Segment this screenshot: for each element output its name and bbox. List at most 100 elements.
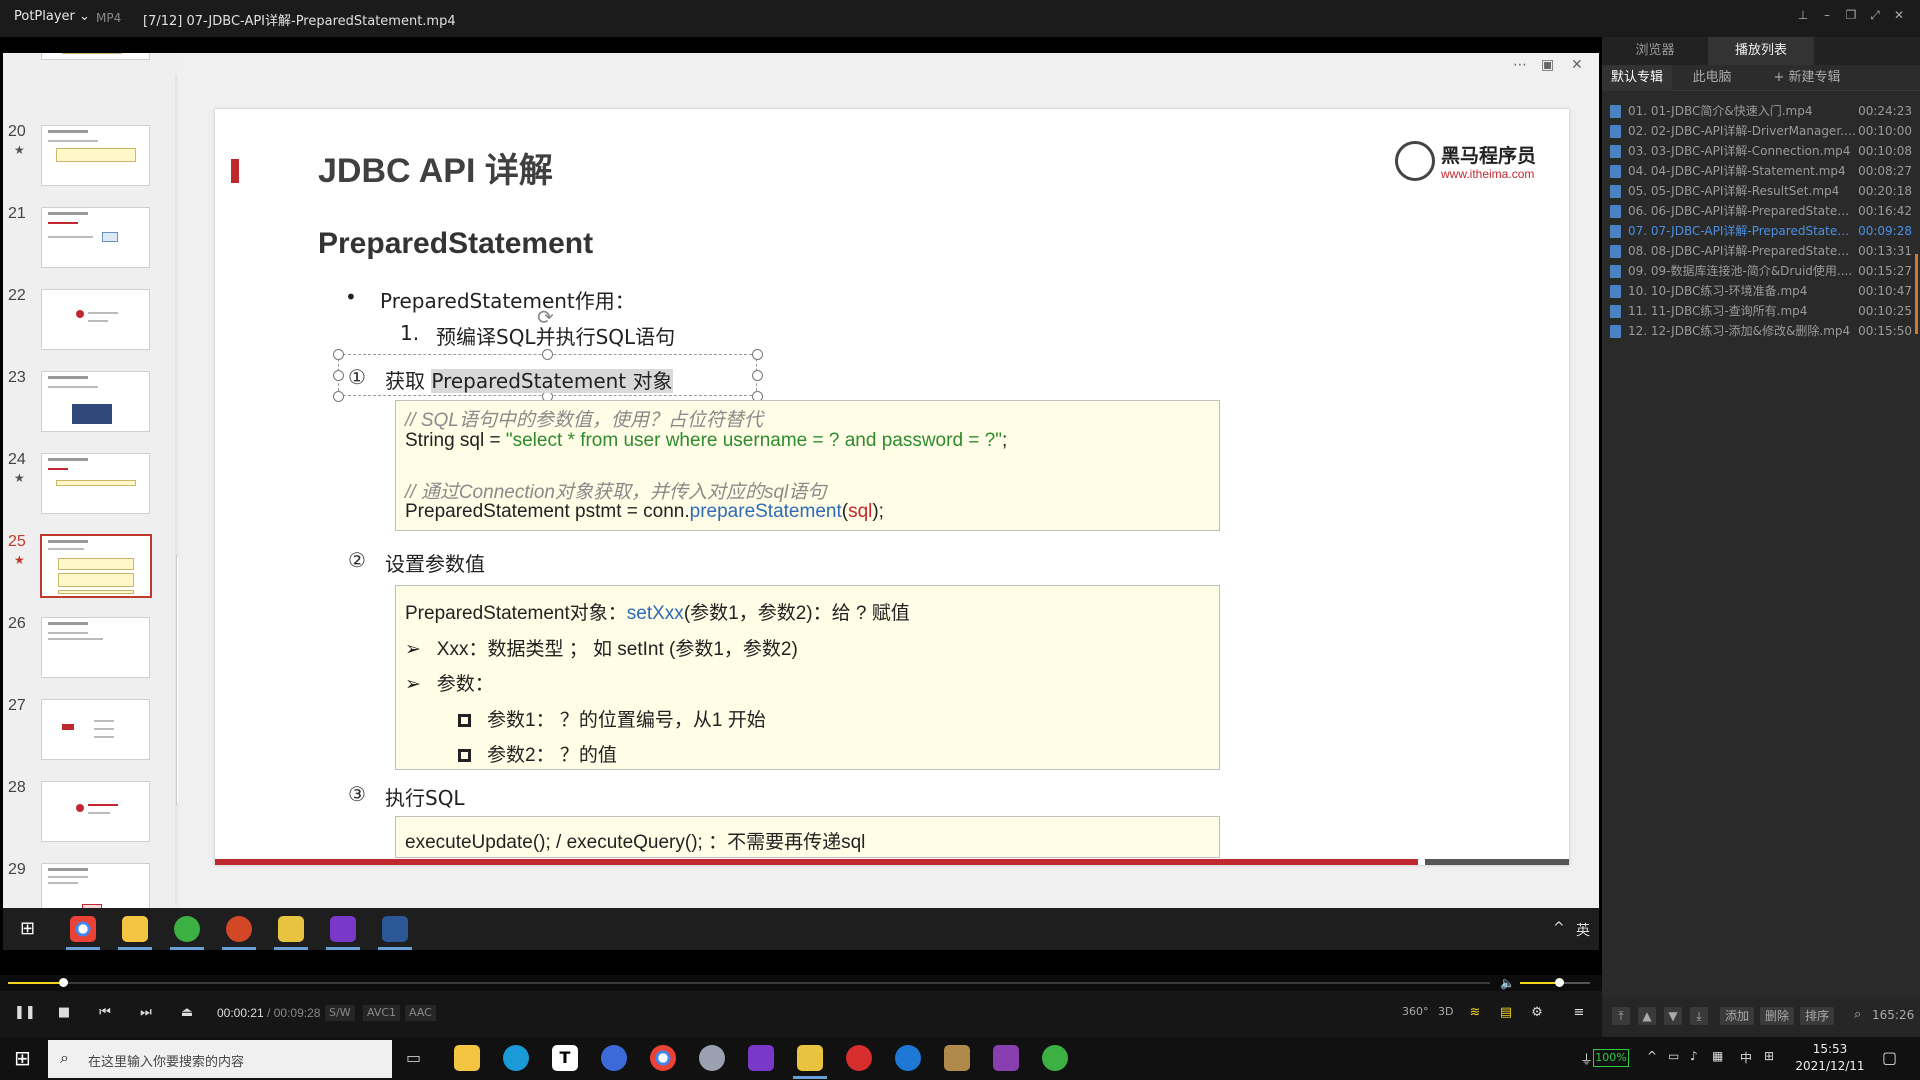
playlist-item[interactable]: 05. 05-JDBC-API详解-ResultSet.mp4 00:20:18 <box>1610 181 1912 201</box>
intellij-icon[interactable] <box>748 1045 774 1071</box>
playlist-item[interactable]: 02. 02-JDBC-API详解-DriverManager.mp4 00:10… <box>1610 121 1912 141</box>
app-icon[interactable] <box>699 1045 725 1071</box>
playlist-item[interactable]: 11. 11-JDBC练习-查询所有.mp4 00:10:25 <box>1610 301 1912 321</box>
potplayer-icon[interactable] <box>797 1045 823 1071</box>
thumbnail-row[interactable]: 27 <box>3 695 178 777</box>
thumbnail-row[interactable]: 29 <box>3 859 178 908</box>
minimize-icon[interactable]: – <box>1818 8 1836 26</box>
chrome-icon[interactable] <box>650 1045 676 1071</box>
thumbnail-row[interactable]: 20 ★ <box>3 121 178 203</box>
tab-this-pc[interactable]: 此电脑 <box>1672 65 1752 91</box>
menu-icon[interactable]: ≡ <box>1570 1005 1588 1023</box>
3d-button[interactable]: 3D <box>1438 1005 1453 1018</box>
restore-icon[interactable]: ❐ <box>1842 8 1860 26</box>
netease-music-icon[interactable] <box>846 1045 872 1071</box>
video-area[interactable]: 20 ★ 21 22 23 24 ★ 25 ★ 26 27 28 29 ⋯ ▣ … <box>0 37 1787 1037</box>
next-icon[interactable]: ⏭ <box>137 1005 155 1023</box>
playlist-item[interactable]: 01. 01-JDBC简介&快速入门.mp4 00:24:23 <box>1610 101 1912 121</box>
lark-icon[interactable] <box>601 1045 627 1071</box>
search-icon[interactable]: ⌕ <box>1854 1007 1861 1022</box>
typora-icon[interactable]: T <box>552 1045 578 1071</box>
resize-handle[interactable] <box>752 349 763 360</box>
move-top-icon[interactable]: ⤒ <box>1612 1007 1630 1025</box>
rotate-handle-icon[interactable]: ⟳ <box>537 305 554 329</box>
resize-handle[interactable] <box>333 391 344 402</box>
sort-button[interactable]: 排序 <box>1800 1007 1834 1025</box>
close-pane-icon[interactable]: ✕ <box>1571 57 1583 73</box>
seek-track[interactable] <box>8 978 1490 987</box>
thumbnail-row[interactable]: 23 <box>3 367 178 449</box>
taskbar-search-box[interactable]: ⌕ 在这里输入你要搜索的内容 <box>48 1040 392 1078</box>
volume-slider[interactable] <box>1520 978 1590 987</box>
file-explorer-icon[interactable] <box>454 1045 480 1071</box>
app-brown-icon[interactable] <box>944 1045 970 1071</box>
resize-handle[interactable] <box>752 370 763 381</box>
playlist-item[interactable]: 08. 08-JDBC-API详解-PreparedStatement-... 0… <box>1610 241 1912 261</box>
notification-icon[interactable]: ▢ <box>1882 1048 1897 1067</box>
pause-icon[interactable]: ❚❚ <box>14 1005 36 1023</box>
settings-gear-icon[interactable]: ⚙ <box>1528 1005 1546 1023</box>
stop-icon[interactable]: ■ <box>55 1005 73 1023</box>
resize-handle[interactable] <box>542 349 553 360</box>
move-down-icon[interactable]: ▼ <box>1664 1007 1682 1025</box>
resize-handle[interactable] <box>333 349 344 360</box>
thumbnail-row[interactable]: 28 <box>3 777 178 859</box>
tab-playlist[interactable]: 播放列表 <box>1708 37 1814 65</box>
layout-icon[interactable]: ▣ <box>1541 57 1554 73</box>
battery-indicator[interactable]: 100% <box>1593 1049 1629 1067</box>
thumbnail-row[interactable]: 24 ★ <box>3 449 178 531</box>
subtitle-icon[interactable]: ▤ <box>1497 1005 1515 1023</box>
ime-indicator[interactable]: 中 <box>1740 1049 1752 1066</box>
scrollbar-thumb[interactable] <box>176 555 178 805</box>
move-up-icon[interactable]: ▲ <box>1638 1007 1656 1025</box>
system-clock[interactable]: 15:53 2021/12/11 <box>1790 1041 1870 1075</box>
eject-icon[interactable]: ⏏ <box>178 1005 196 1023</box>
playlist-item-current[interactable]: 07. 07-JDBC-API详解-PreparedStatement.... 0… <box>1610 221 1912 241</box>
playlist-item[interactable]: 03. 03-JDBC-API详解-Connection.mp4 00:10:08 <box>1610 141 1912 161</box>
playlist-item[interactable]: 04. 04-JDBC-API详解-Statement.mp4 00:08:27 <box>1610 161 1912 181</box>
decoder-tag[interactable]: S/W <box>325 1005 355 1021</box>
fullscreen-icon[interactable]: ⤢ <box>1866 8 1884 26</box>
thumbnail-row-current[interactable]: 25 ★ <box>3 531 178 613</box>
thumbnail-partial[interactable] <box>3 53 178 77</box>
app-green-icon[interactable] <box>1042 1045 1068 1071</box>
task-view-icon[interactable]: ▭ <box>406 1048 421 1067</box>
close-icon[interactable]: ✕ <box>1890 8 1908 26</box>
network-icon[interactable]: ▦ <box>1712 1049 1723 1063</box>
thumbnail-scrollbar[interactable] <box>175 75 178 905</box>
more-options-icon[interactable]: ⋯ <box>1513 57 1527 73</box>
volume-icon[interactable]: 🔈 <box>1500 976 1515 990</box>
add-button[interactable]: 添加 <box>1720 1007 1754 1025</box>
thumbnail-row[interactable]: 22 <box>3 285 178 367</box>
app-menu-button[interactable]: PotPlayer ⌄ <box>14 9 90 24</box>
playlist-item[interactable]: 10. 10-JDBC练习-环境准备.mp4 00:10:47 <box>1610 281 1912 301</box>
speaker-icon[interactable]: ♪ <box>1690 1049 1698 1063</box>
vr-360-button[interactable]: 360° <box>1402 1005 1429 1018</box>
playlist-item[interactable]: 09. 09-数据库连接池-简介&Druid使用.... 00:15:27 <box>1610 261 1912 281</box>
battery-icon[interactable]: ▭ <box>1668 1049 1679 1063</box>
equalizer-icon[interactable]: ≋ <box>1466 1005 1484 1023</box>
seek-handle[interactable] <box>58 978 68 987</box>
playlist-item[interactable]: 12. 12-JDBC练习-添加&修改&删除.mp4 00:15:50 <box>1610 321 1912 341</box>
video-codec-tag[interactable]: AVC1 <box>363 1005 401 1021</box>
tab-default-album[interactable]: 默认专辑 <box>1602 65 1672 91</box>
app-purple-icon[interactable] <box>993 1045 1019 1071</box>
tray-caret-icon[interactable]: ^ <box>1647 1049 1657 1063</box>
edge-icon[interactable] <box>503 1045 529 1071</box>
resize-handle[interactable] <box>333 370 344 381</box>
playlist-item[interactable]: 06. 06-JDBC-API详解-PreparedStatement-... 0… <box>1610 201 1912 221</box>
playlist-scroll-indicator[interactable] <box>1915 254 1918 334</box>
new-album-button[interactable]: + 新建专辑 <box>1762 65 1852 91</box>
previous-icon[interactable]: ⏮ <box>96 1005 114 1023</box>
current-slide[interactable]: JDBC API 详解 黑马程序员 www.itheima.com Prepar… <box>215 109 1569 865</box>
tab-browser[interactable]: 浏览器 <box>1602 37 1708 65</box>
app-blue-icon[interactable] <box>895 1045 921 1071</box>
thumbnail-row[interactable]: 21 <box>3 203 178 285</box>
delete-button[interactable]: 删除 <box>1760 1007 1794 1025</box>
thumbnail-row[interactable]: 26 <box>3 613 178 695</box>
pin-icon[interactable]: ⊥ <box>1794 8 1812 26</box>
volume-handle[interactable] <box>1554 978 1564 987</box>
ime-mode-icon[interactable]: ⊞ <box>1764 1049 1774 1063</box>
windows-start-icon[interactable]: ⊞ <box>14 1048 31 1068</box>
move-bottom-icon[interactable]: ⤓ <box>1690 1007 1708 1025</box>
